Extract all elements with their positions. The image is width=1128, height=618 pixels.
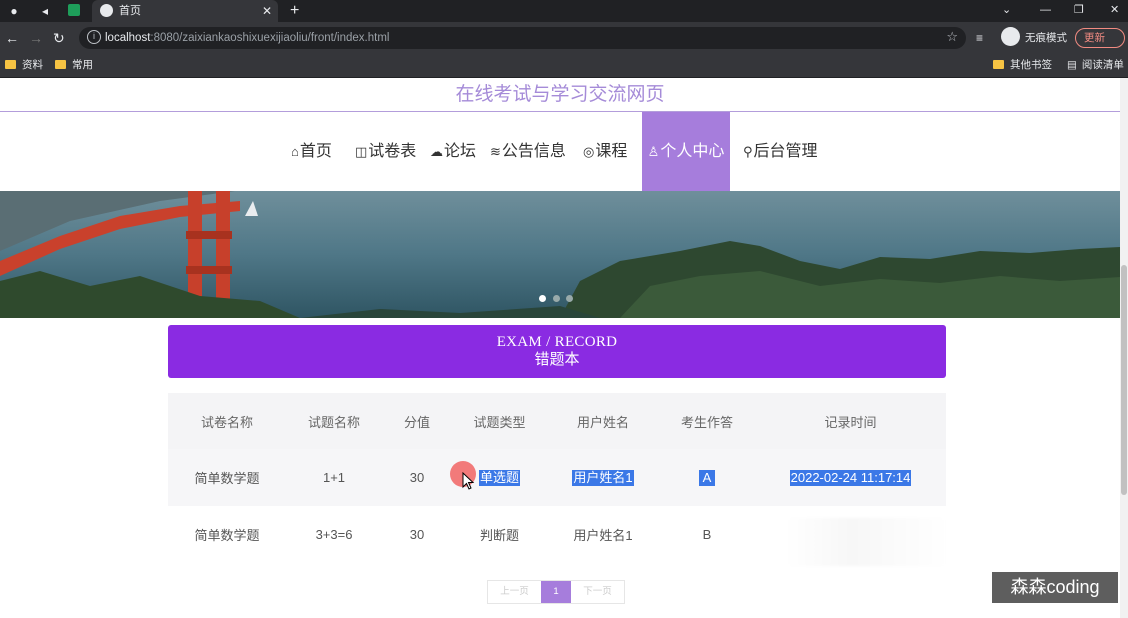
pagination: 上一页 1 下一页 xyxy=(487,580,625,604)
bookmark-folder-other[interactable]: 其他书签 xyxy=(993,58,1052,72)
folder-icon xyxy=(55,60,66,69)
carousel-dot-1[interactable] xyxy=(539,295,546,302)
close-tab-icon[interactable]: ✕ xyxy=(262,3,272,19)
reload-icon[interactable]: ↻ xyxy=(53,30,65,46)
section-title-en: EXAM / RECORD xyxy=(496,334,618,350)
forward-icon[interactable]: → xyxy=(29,30,43,46)
banner-carousel[interactable] xyxy=(0,191,1120,318)
next-page-button[interactable]: 下一页 xyxy=(571,581,624,603)
prev-page-button[interactable]: 上一页 xyxy=(488,581,541,603)
update-button[interactable]: 更新 xyxy=(1075,28,1125,48)
table-header: 试卷名称 xyxy=(200,414,253,430)
home-icon: ⌂ xyxy=(291,144,299,159)
table-cell: B xyxy=(702,527,712,542)
info-icon[interactable]: i xyxy=(87,30,101,44)
nav-item-forum[interactable]: ☁论坛 xyxy=(430,112,476,191)
blurred-region xyxy=(786,518,948,566)
tab-search-icon[interactable]: ⌄ xyxy=(1002,3,1011,17)
browser-tab-active[interactable]: 首页 ✕ xyxy=(92,0,278,22)
link-icon: ⚲ xyxy=(743,144,753,159)
table-header: 用户姓名 xyxy=(576,414,629,430)
speaker-icon[interactable]: ◂ xyxy=(37,3,53,19)
close-window-icon[interactable]: ✕ xyxy=(1110,3,1119,17)
section-header: EXAM / RECORD 错题本 xyxy=(168,325,946,378)
nav-item-personal-center[interactable]: ♙个人中心 xyxy=(642,112,730,191)
bookmark-star-icon[interactable]: ☆ xyxy=(946,29,958,45)
nav-item-course[interactable]: ◎课程 xyxy=(583,112,627,191)
table-cell: 2022-02-24 11:17:14 xyxy=(755,449,946,506)
browser-tab-bar: ● ◂ 首页 ✕ + ⌄ — ❐ ✕ xyxy=(0,0,1128,22)
table-cell: 3+3=6 xyxy=(315,527,353,542)
user-icon: ♙ xyxy=(647,144,660,159)
bookmark-folder-ziliao[interactable]: 资料 xyxy=(5,58,43,72)
reading-list-icon[interactable]: ≡ xyxy=(976,30,983,46)
browser-toolbar: ← → ↻ i localhost:8080/zaixiankaoshixuex… xyxy=(0,22,1128,54)
nav-item-admin[interactable]: ⚲后台管理 xyxy=(743,112,818,191)
exam-icon: ◫ xyxy=(355,144,368,159)
scrollbar-thumb[interactable] xyxy=(1121,265,1127,495)
site-title: 在线考试与学习交流网页 xyxy=(455,84,665,105)
table-header: 试题类型 xyxy=(473,414,526,430)
bookmark-folder-changyong[interactable]: 常用 xyxy=(55,58,93,72)
tab-title: 首页 xyxy=(119,5,141,17)
table-header: 考生作答 xyxy=(680,414,733,430)
reading-list-icon: ▤ xyxy=(1067,59,1077,71)
carousel-dot-3[interactable] xyxy=(566,295,573,302)
section-title-cn: 错题本 xyxy=(534,351,580,368)
main-nav: ⌂首页 ◫试卷表 ☁论坛 ≋公告信息 ◎课程 ♙个人中心 ⚲后台管理 xyxy=(0,112,1120,191)
table-cell: 30 xyxy=(409,470,425,485)
nav-item-home[interactable]: ⌂首页 xyxy=(291,112,332,191)
watermark: 森森coding xyxy=(992,572,1118,603)
table-cell: A xyxy=(659,449,755,506)
address-bar[interactable]: i localhost:8080/zaixiankaoshixuexijiaol… xyxy=(79,27,966,49)
table-header: 记录时间 xyxy=(824,414,877,430)
nav-item-exam[interactable]: ◫试卷表 xyxy=(355,112,416,191)
table-cell: 30 xyxy=(409,527,425,542)
incognito-avatar-icon[interactable] xyxy=(1001,27,1020,46)
table-cell: 简单数学题 xyxy=(194,528,260,543)
url-text[interactable]: localhost:8080/zaixiankaoshixuexijiaoliu… xyxy=(105,31,389,45)
bookmarks-bar: 资料 常用 其他书签 ▤ 阅读清单 xyxy=(0,54,1128,78)
restore-icon[interactable]: ❐ xyxy=(1074,3,1084,17)
table-cell: 简单数学题 xyxy=(194,471,260,486)
course-icon: ◎ xyxy=(583,144,595,159)
table-cell: 判断题 xyxy=(479,528,519,543)
selected-text: 2022-02-24 11:17:14 xyxy=(789,469,912,486)
globe-icon[interactable]: ● xyxy=(6,3,22,19)
table-cell: 用户姓名1 xyxy=(547,449,659,506)
table-cell: 用户姓名1 xyxy=(573,528,633,543)
reading-list-button[interactable]: ▤ 阅读清单 xyxy=(1067,58,1124,72)
table-header-row: 试卷名称 试题名称 分值 试题类型 用户姓名 考生作答 记录时间 xyxy=(168,393,946,449)
folder-icon xyxy=(5,60,16,69)
carousel-dot-2[interactable] xyxy=(553,295,560,302)
folder-icon xyxy=(993,60,1004,69)
app-tab-icon[interactable] xyxy=(68,4,80,16)
table-header: 分值 xyxy=(403,414,430,430)
selected-text: A xyxy=(698,469,716,486)
page-1-button[interactable]: 1 xyxy=(541,581,571,603)
minimize-icon[interactable]: — xyxy=(1040,3,1051,17)
selected-text: 用户姓名1 xyxy=(572,469,634,486)
forum-icon: ☁ xyxy=(430,144,443,159)
layers-icon: ≋ xyxy=(490,144,501,159)
incognito-label: 无痕模式 xyxy=(1025,32,1067,44)
mouse-cursor-icon xyxy=(462,472,475,490)
new-tab-button[interactable]: + xyxy=(290,2,299,20)
banner-image xyxy=(0,191,1120,318)
table-row[interactable]: 简单数学题 1+1 30 单选题 用户姓名1 A 2022-02-24 11:1… xyxy=(168,449,946,506)
nav-item-notice[interactable]: ≋公告信息 xyxy=(490,112,566,191)
tab-favicon xyxy=(100,4,113,17)
back-icon[interactable]: ← xyxy=(5,30,19,46)
table-cell: 1+1 xyxy=(322,470,346,485)
selected-text: 单选题 xyxy=(478,469,520,486)
table-header: 试题名称 xyxy=(307,414,360,430)
